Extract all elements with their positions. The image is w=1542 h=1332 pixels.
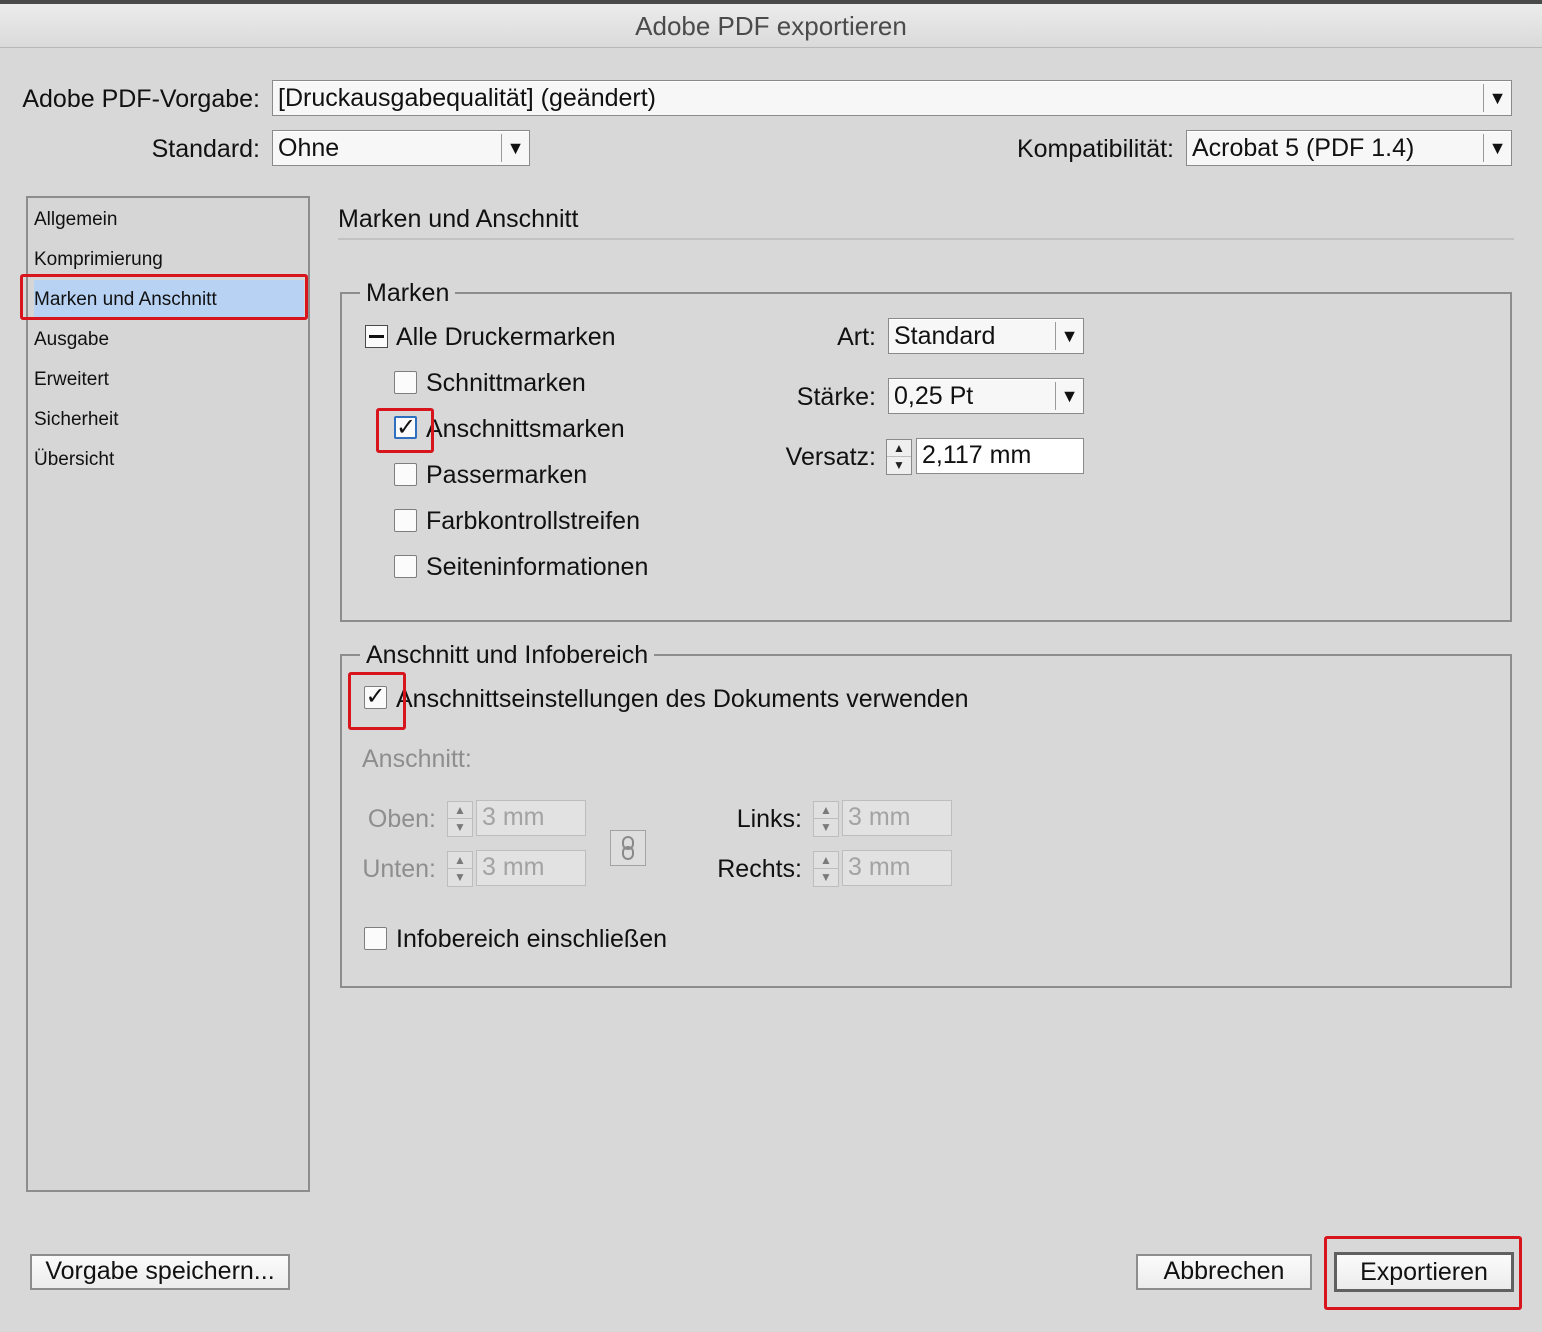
sidebar-item-ausgabe[interactable]: Ausgabe [34,320,304,360]
check-icon: ✓ [365,686,386,709]
panel-divider [338,238,1514,240]
anschnitt-label: Anschnitt: [362,745,472,773]
arrow-down-icon[interactable]: ▼ [887,457,911,474]
links-label: Links: [736,805,802,833]
chain-link-icon [622,836,634,860]
art-label: Art: [837,323,876,351]
art-value: Standard [894,322,996,350]
unten-input[interactable]: 3 mm [476,850,586,886]
standard-value: Ohne [278,134,340,162]
links-stepper[interactable]: ▲ ▼ [813,801,839,837]
window-title: Adobe PDF exportieren [0,4,1542,48]
versatz-input[interactable]: 2,117 mm [916,438,1084,474]
export-button[interactable]: Exportieren [1334,1252,1514,1292]
passermarken-label: Passermarken [426,461,588,489]
all-marks-label: Alle Druckermarken [396,323,616,351]
chevron-down-icon: ▼ [1483,134,1511,162]
chevron-down-icon: ▼ [1055,322,1083,350]
arrow-down-icon[interactable]: ▼ [814,819,838,836]
versatz-label: Versatz: [785,443,876,471]
arrow-up-icon[interactable]: ▲ [814,802,838,819]
sidebar-item-uebersicht[interactable]: Übersicht [34,440,304,480]
infobereich-checkbox[interactable] [364,927,387,950]
sidebar-item-marken-und-anschnitt[interactable]: Marken und Anschnitt [34,280,304,320]
sidebar-item-erweitert[interactable]: Erweitert [34,360,304,400]
sidebar-item-sicherheit[interactable]: Sicherheit [34,400,304,440]
rechts-label: Rechts: [717,855,802,883]
links-input[interactable]: 3 mm [842,800,952,836]
chevron-down-icon: ▼ [1483,84,1511,112]
farbkontrollstreifen-checkbox[interactable] [394,509,417,532]
preset-select[interactable]: [Druckausgabequalität] (geändert) ▼ [272,80,1512,116]
farbkontrollstreifen-label: Farbkontrollstreifen [426,507,640,535]
compat-select[interactable]: Acrobat 5 (PDF 1.4) ▼ [1186,130,1512,166]
arrow-up-icon[interactable]: ▲ [814,852,838,869]
standard-label: Standard: [151,135,260,163]
use-document-bleed-label: Anschnittseinstellungen des Dokuments ve… [396,685,969,713]
arrow-up-icon[interactable]: ▲ [448,802,472,819]
sidebar-item-komprimierung[interactable]: Komprimierung [34,240,304,280]
sidebar: Allgemein Komprimierung Marken und Ansch… [26,196,310,1192]
marks-legend: Marken [360,278,456,308]
passermarken-checkbox[interactable] [394,463,417,486]
anschnittsmarken-checkbox[interactable]: ✓ [394,416,417,439]
use-document-bleed-checkbox[interactable]: ✓ [364,686,387,709]
schnittmarken-checkbox[interactable] [394,371,417,394]
unten-stepper[interactable]: ▲ ▼ [447,851,473,887]
save-preset-button[interactable]: Vorgabe speichern... [30,1254,290,1290]
arrow-down-icon[interactable]: ▼ [448,869,472,886]
arrow-up-icon[interactable]: ▲ [887,440,911,457]
preset-label: Adobe PDF-Vorgabe: [22,85,260,113]
chevron-down-icon: ▼ [501,134,529,162]
seiteninformationen-label: Seiteninformationen [426,553,649,581]
staerke-select[interactable]: 0,25 Pt ▼ [888,378,1084,414]
link-chain-button[interactable] [610,830,646,866]
versatz-stepper[interactable]: ▲ ▼ [886,439,912,475]
oben-stepper[interactable]: ▲ ▼ [447,801,473,837]
arrow-up-icon[interactable]: ▲ [448,852,472,869]
rechts-input[interactable]: 3 mm [842,850,952,886]
schnittmarken-label: Schnittmarken [426,369,586,397]
rechts-stepper[interactable]: ▲ ▼ [813,851,839,887]
arrow-down-icon[interactable]: ▼ [448,819,472,836]
compat-value: Acrobat 5 (PDF 1.4) [1192,134,1415,162]
arrow-down-icon[interactable]: ▼ [814,869,838,886]
oben-label: Oben: [367,805,436,833]
check-icon: ✓ [396,416,417,439]
standard-select[interactable]: Ohne ▼ [272,130,530,166]
seiteninformationen-checkbox[interactable] [394,555,417,578]
staerke-label: Stärke: [796,383,876,411]
all-marks-checkbox[interactable] [365,325,388,348]
bleed-legend: Anschnitt und Infobereich [360,640,655,670]
staerke-value: 0,25 Pt [894,382,974,410]
compat-label: Kompatibilität: [1016,135,1174,163]
sidebar-item-allgemein[interactable]: Allgemein [34,200,304,240]
panel-title: Marken und Anschnitt [338,205,579,233]
chevron-down-icon: ▼ [1055,382,1083,410]
cancel-button[interactable]: Abbrechen [1136,1254,1312,1290]
preset-value: [Druckausgabequalität] (geändert) [278,84,657,112]
infobereich-label: Infobereich einschließen [396,925,667,953]
unten-label: Unten: [362,855,436,883]
art-select[interactable]: Standard ▼ [888,318,1084,354]
anschnittsmarken-label: Anschnittsmarken [426,415,625,443]
oben-input[interactable]: 3 mm [476,800,586,836]
